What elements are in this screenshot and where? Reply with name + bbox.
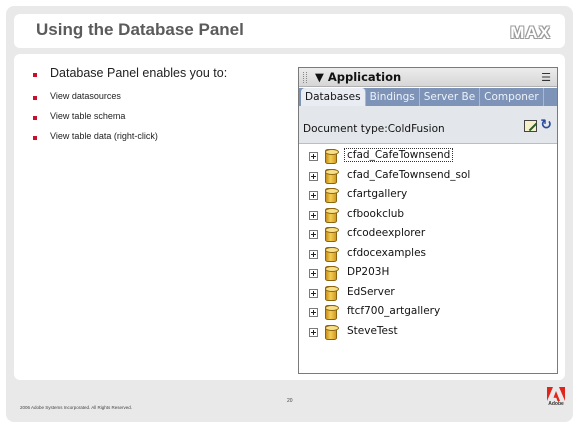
- database-icon: [325, 188, 339, 203]
- page-number: 20: [287, 398, 293, 404]
- expand-icon[interactable]: [309, 269, 318, 278]
- tab-bindings[interactable]: Bindings: [366, 88, 420, 106]
- tab-components[interactable]: Componer: [480, 88, 544, 106]
- tree-row[interactable]: EdServer: [301, 285, 555, 305]
- database-icon: [325, 324, 339, 340]
- database-icon: [325, 227, 339, 242]
- bullet-view-table-schema: View table schema: [30, 111, 290, 121]
- panel-tab-strip: Databases Bindings Server Be Componer: [299, 88, 557, 106]
- datasource-label[interactable]: cfbookclub: [345, 208, 406, 220]
- tree-row[interactable]: cfartgallery: [301, 187, 555, 207]
- database-icon: [325, 207, 339, 223]
- tree-row[interactable]: cfad_CafeTownsend_sol: [301, 168, 555, 188]
- expand-icon[interactable]: [309, 191, 318, 200]
- database-icon: [325, 285, 339, 301]
- panel-options-icon[interactable]: ☰: [541, 71, 551, 84]
- datasource-label[interactable]: DP203H: [345, 266, 391, 278]
- footer-copyright: 2006 Adobe Systems Incorporated. All Rig…: [20, 405, 133, 410]
- edit-datasource-icon[interactable]: [524, 120, 537, 132]
- database-icon: [325, 168, 339, 184]
- expand-icon[interactable]: [309, 327, 318, 337]
- database-icon: [325, 266, 339, 281]
- max-logo: MAX: [510, 23, 551, 42]
- tree-row[interactable]: DP203H: [301, 265, 555, 285]
- expand-icon[interactable]: [309, 210, 318, 220]
- slide-title-bar: Using the Database Panel MAX: [14, 14, 565, 48]
- tree-row[interactable]: ftcf700_artgallery: [301, 304, 555, 324]
- database-icon: [325, 149, 339, 164]
- tree-row[interactable]: cfdocexamples: [301, 246, 555, 266]
- tree-row[interactable]: SteveTest: [301, 324, 555, 344]
- panel-header[interactable]: ▼ Application ☰: [299, 68, 557, 87]
- expand-icon[interactable]: [309, 249, 318, 259]
- refresh-icon[interactable]: ↻: [540, 117, 552, 133]
- expand-icon[interactable]: [309, 230, 318, 239]
- datasource-label[interactable]: SteveTest: [345, 325, 400, 337]
- application-panel: ▼ Application ☰ Databases Bindings Server …: [298, 67, 558, 374]
- datasource-label[interactable]: EdServer: [345, 286, 397, 298]
- adobe-wordmark: Adobe: [548, 401, 564, 407]
- datasource-label[interactable]: cfcodeexplorer: [345, 227, 427, 239]
- datasource-label[interactable]: cfdocexamples: [345, 247, 428, 259]
- expand-icon[interactable]: [309, 288, 318, 298]
- bullet-list: Database Panel enables you to: View data…: [30, 66, 290, 151]
- expand-icon[interactable]: [309, 171, 318, 181]
- expand-icon[interactable]: [309, 152, 318, 161]
- tree-row[interactable]: cfcodeexplorer: [301, 226, 555, 246]
- bullet-intro: Database Panel enables you to:: [30, 66, 290, 80]
- tree-row[interactable]: cfbookclub: [301, 207, 555, 227]
- database-icon: [325, 246, 339, 262]
- slide-title: Using the Database Panel: [36, 20, 244, 39]
- datasource-label[interactable]: cfad_CafeTownsend_sol: [345, 169, 472, 181]
- document-type-label: Document type:ColdFusion: [303, 123, 445, 135]
- panel-title[interactable]: ▼ Application: [315, 70, 401, 84]
- bullet-view-table-data: View table data (right-click): [30, 131, 290, 141]
- datasource-tree: cfad_CafeTownsend cfad_CafeTownsend_sol …: [301, 148, 555, 373]
- datasource-label[interactable]: cfartgallery: [345, 188, 409, 200]
- drag-grip-icon[interactable]: [303, 72, 307, 83]
- datasource-label[interactable]: ftcf700_artgallery: [345, 305, 442, 317]
- expand-icon[interactable]: [309, 308, 318, 317]
- tab-server-behaviors[interactable]: Server Be: [420, 88, 481, 106]
- datasource-label[interactable]: cfad_CafeTownsend: [343, 148, 454, 162]
- slide-content: Database Panel enables you to: View data…: [14, 54, 565, 380]
- adobe-logo-icon: [547, 387, 565, 401]
- tree-row[interactable]: cfad_CafeTownsend: [301, 148, 555, 168]
- adobe-logo: Adobe: [547, 387, 565, 409]
- document-type-bar: Document type:ColdFusion ↻: [299, 106, 557, 144]
- bullet-view-datasources: View datasources: [30, 91, 290, 101]
- database-icon: [325, 305, 339, 320]
- tab-databases[interactable]: Databases: [301, 88, 366, 106]
